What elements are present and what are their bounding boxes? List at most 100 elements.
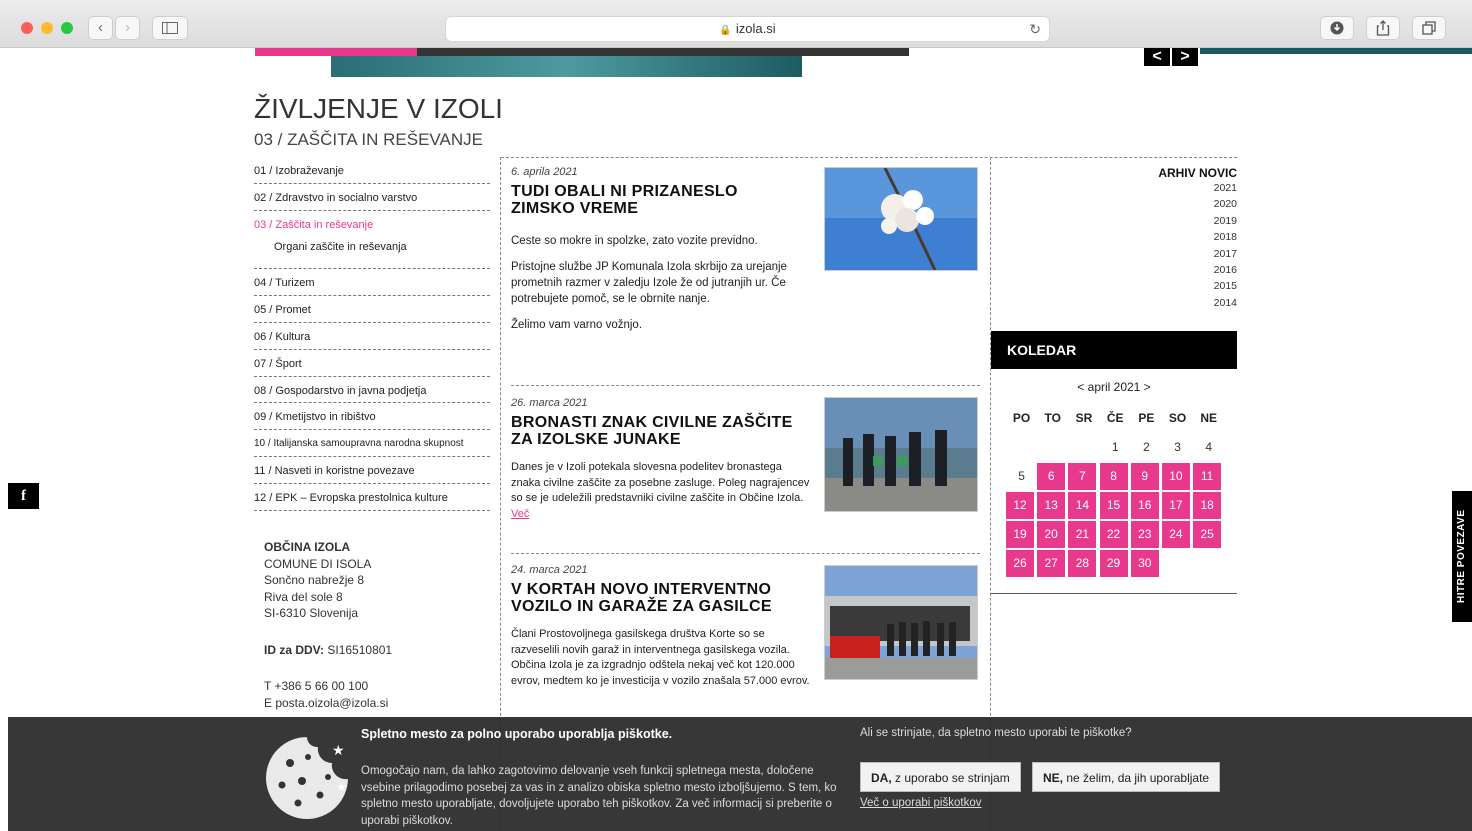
news-title[interactable]: V KORTAH NOVO INTERVENTNO VOZILO IN GARA… [511,581,811,615]
cookie-info-link[interactable]: Več o uporabi piškotkov [860,797,981,809]
ceremony-photo [825,398,977,511]
accept-cookies-button[interactable]: DA, z uporabo se strinjam [860,762,1021,792]
archive-year-link[interactable]: 2020 [1100,196,1237,212]
calendar-day[interactable]: 28 [1068,550,1097,577]
calendar-day[interactable]: 14 [1068,492,1097,519]
calendar-day[interactable]: 7 [1068,463,1097,490]
calendar-month-nav[interactable]: < april 2021 > [991,380,1237,394]
menu-item-promet[interactable]: 05 / Promet [254,296,490,323]
menu-item-nasveti[interactable]: 11 / Nasveti in koristne povezave [254,457,490,484]
menu-item-italijanska-skupnost[interactable]: 10 / Italijanska samoupravna narodna sku… [254,430,490,457]
news-image-fire-vehicle[interactable] [824,565,978,680]
calendar-day[interactable]: 18 [1193,492,1222,519]
page-title: ŽIVLJENJE V IZOLI [254,93,503,124]
tabs-icon [1422,21,1436,35]
menu-item-epk[interactable]: 12 / EPK – Evropska prestolnica kulture [254,484,490,511]
menu-item-kultura[interactable]: 06 / Kultura [254,323,490,350]
menu-item-zdravstvo[interactable]: 02 / Zdravstvo in socialno varstvo [254,184,490,211]
calendar-empty-cell [1193,550,1224,577]
address-name-it: COMUNE DI ISOLA [264,556,372,571]
calendar-day[interactable]: 22 [1099,521,1128,548]
news-paragraph: Člani Prostovoljnega gasilskega društva … [511,628,810,687]
calendar-weekday: SO [1168,411,1187,425]
back-button[interactable]: ‹ [88,16,113,40]
menu-item-zascita[interactable]: 03 / Zaščita in reševanje [254,211,490,238]
decline-cookies-button[interactable]: NE, ne želim, da jih uporabljate [1032,762,1221,792]
share-button[interactable] [1366,16,1400,40]
decline-label: ne želim, da jih uporabljate [1063,771,1210,785]
calendar-day[interactable]: 25 [1193,521,1222,548]
calendar-day[interactable]: 29 [1099,550,1128,577]
news-image-blossom[interactable] [824,167,978,271]
news-item: 6. aprila 2021 TUDI OBALI NI PRIZANESLO … [511,166,811,343]
calendar-day[interactable]: 24 [1161,521,1190,548]
header-banner-strip [1200,48,1472,54]
zoom-window-button[interactable] [61,22,73,34]
archive-year-link[interactable]: 2014 [1100,295,1237,311]
calendar-day[interactable]: 9 [1130,463,1159,490]
archive-year-link[interactable]: 2019 [1100,213,1237,229]
calendar-day[interactable]: 20 [1037,521,1066,548]
calendar-day[interactable]: 21 [1068,521,1097,548]
vat-number: SI16510801 [327,642,393,657]
quick-links-tab[interactable]: HITRE POVEZAVE [1452,491,1472,622]
calendar-day[interactable]: 15 [1099,492,1128,519]
calendar-day[interactable]: 12 [1006,492,1034,519]
menu-item-gospodarstvo[interactable]: 08 / Gospodarstvo in javna podjetja [254,377,490,404]
archive-year-link[interactable]: 2017 [1100,246,1237,262]
archive-year-link[interactable]: 2021 [1100,180,1237,196]
calendar-day[interactable]: 16 [1130,492,1159,519]
nav-active-tab[interactable] [255,48,417,56]
news-image-civil-protection[interactable] [824,397,978,512]
menu-item-sport[interactable]: 07 / Šport [254,350,490,377]
cookie-description: Omogočajo nam, da lahko zagotovimo delov… [361,765,837,827]
calendar-day[interactable]: 26 [1006,550,1034,577]
calendar-day[interactable]: 13 [1037,492,1066,519]
calendar-weekday: SR [1075,411,1093,425]
cookie-icon: ★ ★ [266,737,348,819]
news-item: 26. marca 2021 BRONASTI ZNAK CIVILNE ZAŠ… [511,397,811,522]
calendar-day[interactable]: 6 [1037,463,1066,490]
archive-year-link[interactable]: 2015 [1100,278,1237,294]
forward-button[interactable]: › [115,16,140,40]
calendar-grid: PO TO SR ČE PE SO NE 1 2 3 4 5 6 7 8 9 10 11 12 13 14 15 16 17 1… [1006,405,1226,579]
close-window-button[interactable] [21,22,33,34]
calendar-day: 4 [1205,440,1213,454]
sidebar-toggle-button[interactable] [152,16,188,40]
slider-prev-button[interactable]: < [1144,48,1170,66]
menu-item-turizem[interactable]: 04 / Turizem [254,269,490,297]
minimize-window-button[interactable] [41,22,53,34]
download-button[interactable] [1320,16,1354,40]
calendar-day[interactable]: 30 [1130,550,1159,577]
calendar-day[interactable]: 10 [1161,463,1190,490]
calendar-bottom-divider [991,593,1237,594]
menu-subitem-organi-zascite[interactable]: Organi zaščite in reševanja [254,237,490,270]
main-navigation-bar[interactable] [255,48,909,56]
menu-item-kmetijstvo[interactable]: 09 / Kmetijstvo in ribištvo [254,403,490,431]
news-archive: ARHIV NOVIC 2021 2020 2019 2018 2017 201… [1100,166,1237,311]
calendar-day[interactable]: 11 [1193,463,1222,490]
tabs-button[interactable] [1412,16,1446,40]
news-title[interactable]: BRONASTI ZNAK CIVILNE ZAŠČITE ZA IZOLSKE… [511,414,811,448]
calendar-day[interactable]: 17 [1161,492,1190,519]
calendar-week-row: 1 2 3 4 [1006,434,1226,463]
calendar-day[interactable]: 27 [1037,550,1066,577]
menu-item-izobrazevanje[interactable]: 01 / Izobraževanje [254,157,490,184]
archive-year-link[interactable]: 2016 [1100,262,1237,278]
cookie-title: Spletno mesto za polno uporabo uporablja… [361,727,673,741]
reload-icon[interactable]: ↻ [1029,17,1041,41]
header-banner-image [331,56,802,77]
slider-next-button[interactable]: > [1172,48,1198,66]
calendar-week-row: 19 20 21 22 23 24 25 [1006,521,1226,550]
calendar-weekday: PO [1012,411,1031,425]
calendar-day[interactable]: 19 [1006,521,1034,548]
facebook-icon[interactable]: f [8,483,39,509]
news-title[interactable]: TUDI OBALI NI PRIZANESLO ZIMSKO VREME [511,183,771,217]
read-more-link[interactable]: Več [511,508,529,520]
address-bar[interactable]: 🔒 izola.si ↻ [445,16,1050,42]
email-address[interactable]: E posta.oizola@izola.si [264,695,392,712]
calendar-day[interactable]: 23 [1130,521,1159,548]
calendar-day[interactable]: 8 [1099,463,1128,490]
sidebar-icon [162,22,178,34]
archive-year-link[interactable]: 2018 [1100,229,1237,245]
